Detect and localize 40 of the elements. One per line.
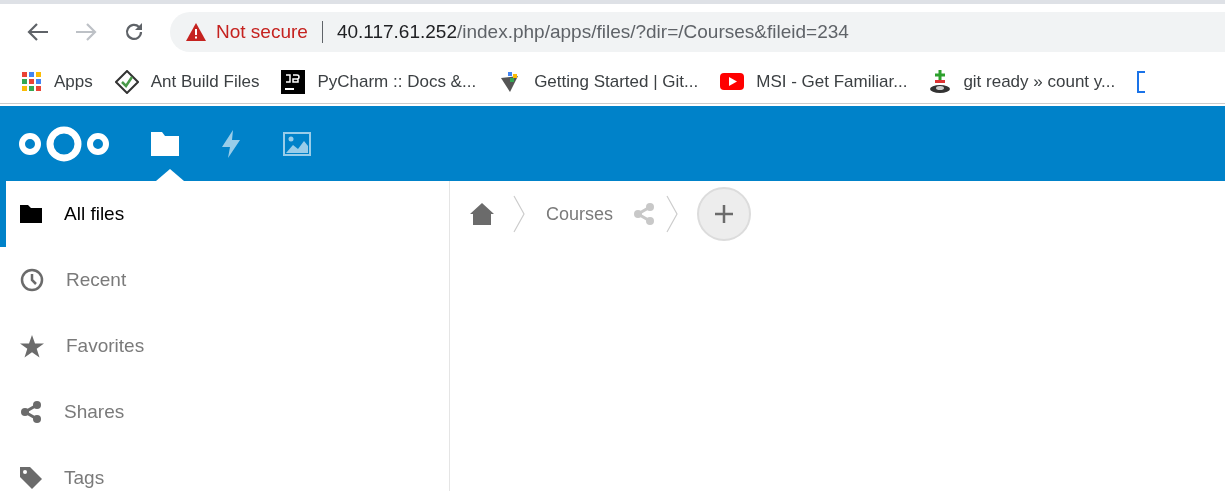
folder-icon [20, 205, 42, 223]
new-button[interactable] [697, 187, 752, 241]
bookmark-link[interactable]: Ant Build Files [114, 69, 260, 94]
plus-icon [714, 204, 735, 224]
bookmark-link[interactable]: git ready » count y... [929, 69, 1116, 94]
bookmark-icon-link[interactable] [1137, 70, 1146, 93]
security-label: Not secure [216, 21, 308, 43]
square-logo-icon [281, 69, 306, 94]
breadcrumb-separator-icon [512, 194, 526, 234]
bookmark-logo-icon [1137, 70, 1146, 93]
apps-grid-icon [22, 71, 42, 92]
warning-icon [186, 23, 206, 41]
sidebar-item[interactable]: Tags [0, 445, 449, 491]
reload-icon [123, 21, 145, 43]
sidebar-item[interactable]: Shares [0, 379, 449, 445]
bookmark-link[interactable]: PyCharm :: Docs &... [281, 69, 477, 94]
star-icon [20, 334, 44, 358]
home-icon[interactable] [470, 203, 494, 225]
image-icon [283, 131, 311, 156]
folder-icon [151, 131, 179, 156]
share-icon [20, 401, 42, 423]
url-host: 40.117.61.252 [336, 21, 457, 43]
sidebar-item[interactable]: Favorites [0, 313, 449, 379]
tag-icon [20, 467, 42, 489]
forward-arrow-icon [75, 22, 97, 42]
breadcrumb-link[interactable]: Courses [546, 203, 614, 225]
play-logo-icon [720, 73, 745, 90]
lightning-icon [222, 129, 240, 158]
breadcrumb-separator-icon [665, 194, 680, 234]
bookmark-link[interactable]: MSI - Get Familiar... [720, 71, 908, 92]
bookmark-link[interactable]: Apps [22, 71, 93, 92]
back-arrow-icon [27, 22, 49, 42]
sidebar-item[interactable]: All files [0, 181, 449, 247]
bookmark-link[interactable]: Getting Started | Git... [498, 69, 699, 94]
address-bar[interactable]: Not secure 40.117.61.252/index.php/apps/files/?dir=/Courses&fileid=234 [170, 12, 1225, 52]
diamond-logo-icon [114, 69, 139, 94]
url-path: /index.php/apps/files/?dir=/Courses&fileid=234 [457, 21, 849, 43]
sidebar-item[interactable]: Recent [0, 247, 449, 313]
clock-icon [20, 268, 44, 292]
download-logo-icon [929, 69, 952, 94]
